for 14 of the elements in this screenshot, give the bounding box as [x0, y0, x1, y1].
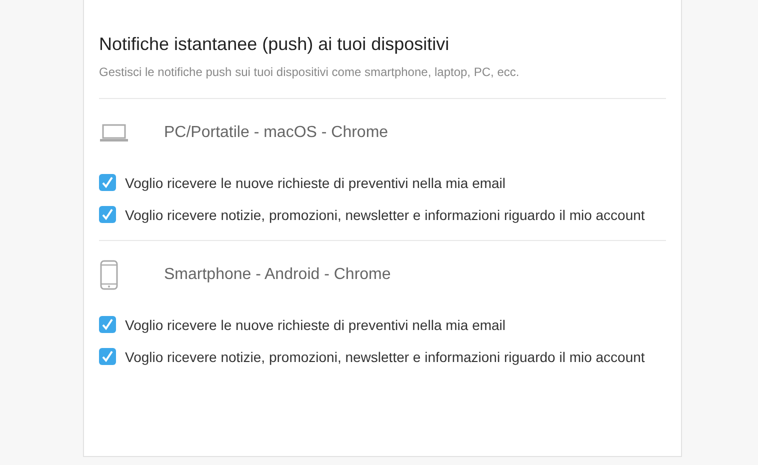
laptop-icon	[100, 124, 128, 142]
checkbox[interactable]	[99, 206, 116, 223]
checkbox[interactable]	[99, 316, 116, 333]
device-name: Smartphone - Android - Chrome	[164, 266, 391, 284]
checkbox-label: Voglio ricevere notizie, promozioni, newsletter e informazioni riguardo il mio account	[125, 348, 645, 367]
section-title: Notifiche istantanee (push) ai tuoi dispositivi	[99, 33, 450, 56]
checkbox[interactable]	[99, 174, 116, 191]
device-name: PC/Portatile - macOS - Chrome	[164, 124, 388, 142]
checkbox-label: Voglio ricevere notizie, promozioni, newsletter e informazioni riguardo il mio account	[125, 206, 645, 225]
section-subtitle: Gestisci le notifiche push sui tuoi dispositivi come smartphone, laptop, PC, ecc.	[99, 64, 520, 80]
smartphone-icon	[100, 260, 118, 290]
checkbox-label: Voglio ricevere le nuove richieste di preventivi nella mia email	[125, 316, 506, 335]
checkbox[interactable]	[99, 348, 116, 365]
checkbox-label: Voglio ricevere le nuove richieste di preventivi nella mia email	[125, 174, 506, 193]
